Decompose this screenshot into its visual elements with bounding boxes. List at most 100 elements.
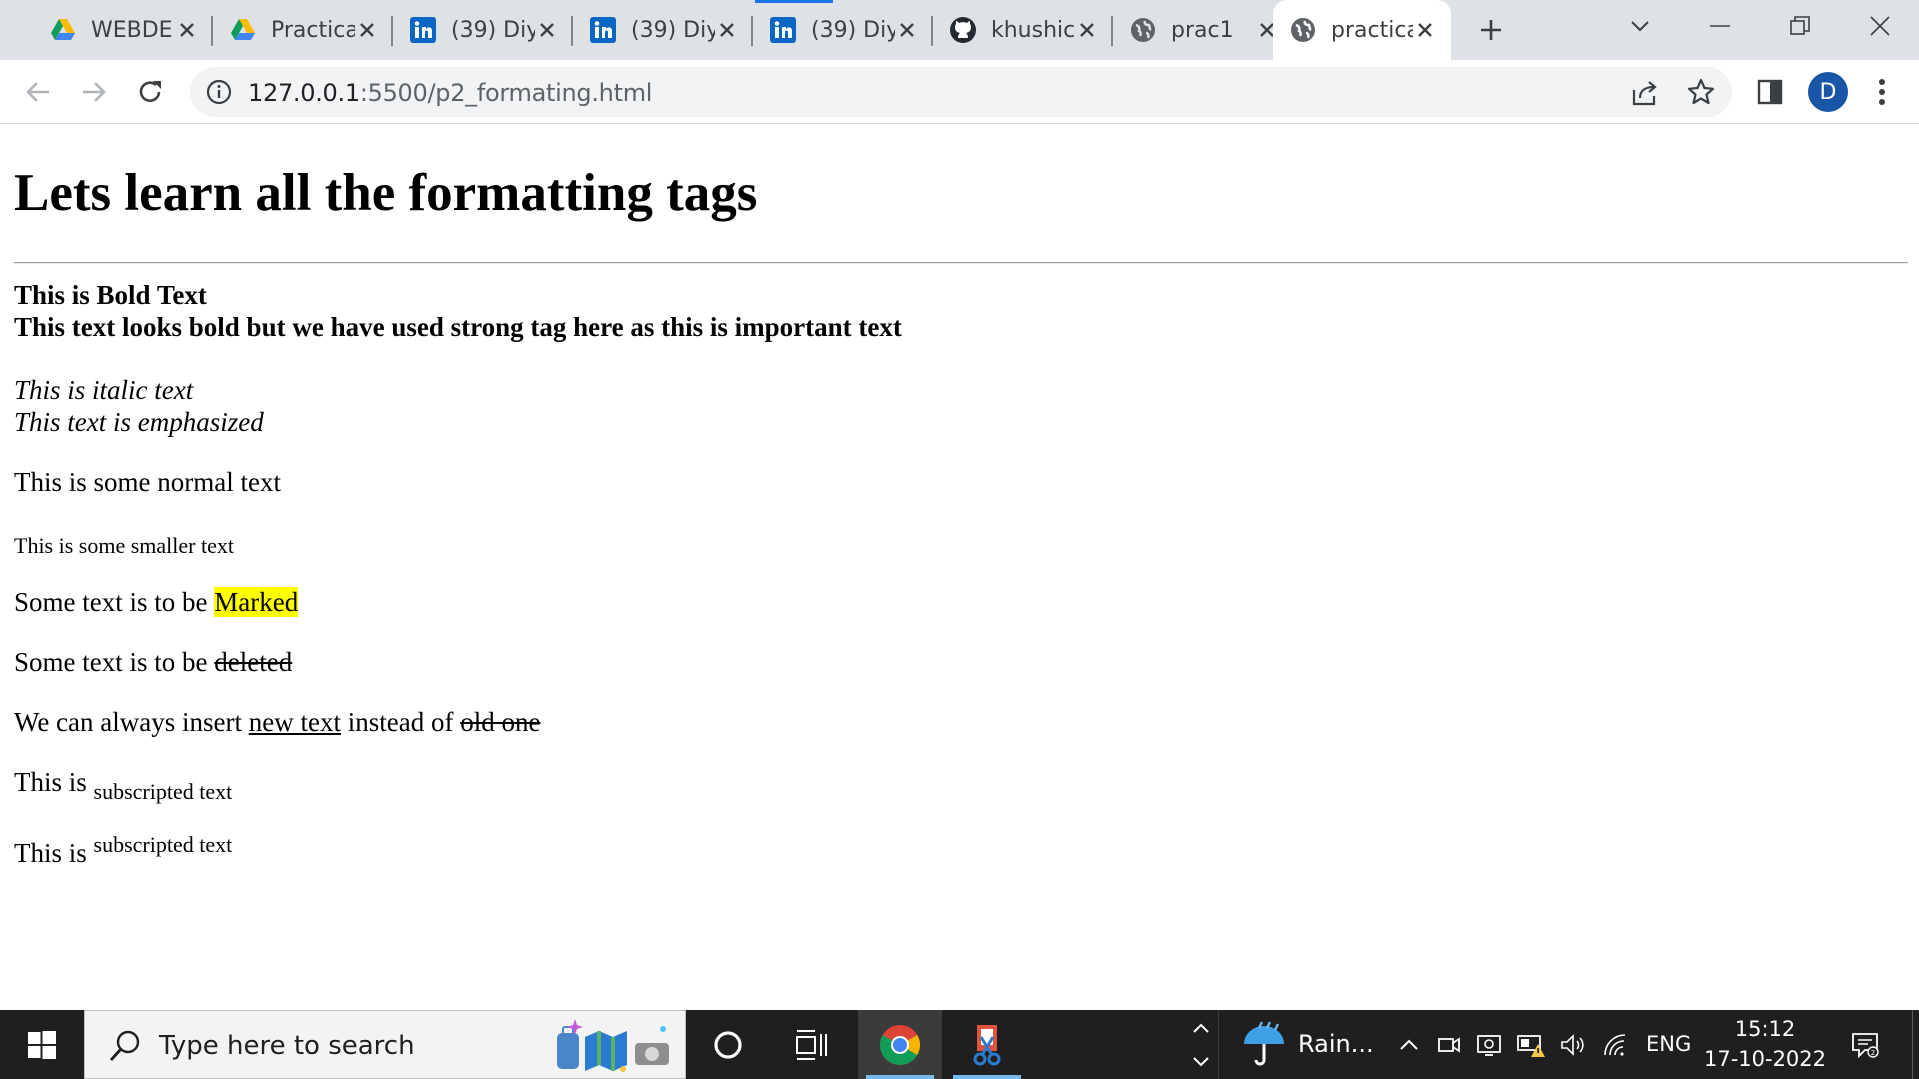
language-indicator[interactable]: ENG	[1646, 1032, 1691, 1056]
tab-linkedin-2[interactable]: (39) Diy	[573, 0, 753, 60]
cortana-icon	[714, 1030, 742, 1059]
active-indicator	[866, 1075, 934, 1079]
close-icon[interactable]	[355, 18, 379, 42]
snipping-tool-icon	[973, 1024, 1001, 1065]
google-drive-icon	[229, 16, 257, 44]
tab-title: khushic	[991, 17, 1075, 43]
url-path: :5500/p2_formating.html	[359, 79, 653, 107]
tab-strip: WEBDE Practica (39) Diy (39) Diy (39) Di…	[0, 0, 1919, 60]
volume-tray[interactable]	[1556, 1010, 1590, 1079]
restore-button[interactable]	[1760, 0, 1840, 52]
taskbar-scroll[interactable]	[1186, 1016, 1216, 1074]
browser-toolbar: 127.0.0.1:5500/p2_formating.html D	[0, 60, 1919, 124]
tab-prac1[interactable]: prac1	[1113, 0, 1293, 60]
restore-icon	[1790, 16, 1810, 35]
task-view-button[interactable]	[770, 1010, 854, 1079]
marked-line: Some text is to be Marked	[14, 587, 299, 618]
running-indicator	[953, 1075, 1021, 1079]
notification-center-button[interactable]: 2	[1840, 1010, 1890, 1079]
deleted-text: deleted	[214, 647, 293, 677]
close-icon[interactable]	[1075, 18, 1099, 42]
close-icon[interactable]	[1413, 18, 1437, 42]
umbrella-rain-icon	[1244, 1021, 1284, 1066]
more-vert-icon	[1879, 79, 1885, 105]
taskbar-search[interactable]: Type here to search	[84, 1010, 686, 1079]
svg-text:2: 2	[1871, 1049, 1875, 1057]
taskbar-chrome[interactable]	[858, 1010, 942, 1079]
globe-icon	[1129, 16, 1157, 44]
reload-button[interactable]	[128, 70, 172, 114]
minimize-button[interactable]	[1680, 0, 1760, 52]
arrow-left-icon	[26, 82, 49, 102]
search-highlight-icon	[557, 1019, 669, 1072]
emphasized-text: This text is emphasized	[14, 407, 264, 437]
deleted-prefix: Some text is to be	[14, 647, 215, 677]
weather-text: Rain...	[1298, 1030, 1374, 1058]
tab-github[interactable]: khushic	[933, 0, 1113, 60]
update-tray[interactable]	[1474, 1010, 1504, 1079]
close-window-button[interactable]	[1840, 0, 1919, 52]
back-button[interactable]	[16, 70, 60, 114]
tab-search-button[interactable]	[1600, 0, 1680, 52]
clock[interactable]: 15:12 17-10-2022	[1700, 1014, 1830, 1074]
address-bar[interactable]: 127.0.0.1:5500/p2_formating.html	[190, 67, 1732, 117]
github-icon	[949, 16, 977, 44]
old-text: old one	[460, 707, 541, 737]
subscript-prefix: This is	[14, 767, 94, 797]
tab-practica-active[interactable]: practica	[1273, 0, 1451, 60]
tab-linkedin-3[interactable]: (39) Diy	[753, 0, 933, 60]
share-icon[interactable]	[1630, 78, 1660, 108]
marked-prefix: Some text is to be	[14, 587, 215, 617]
side-panel-button[interactable]	[1748, 70, 1792, 114]
start-button[interactable]	[0, 1010, 84, 1079]
tab-title: practica	[1331, 17, 1413, 43]
network-tray[interactable]	[1598, 1010, 1632, 1079]
windows-taskbar: Type here to search Rain... ENG 15:12 17…	[0, 1010, 1919, 1079]
close-icon[interactable]	[895, 18, 919, 42]
cortana-button[interactable]	[686, 1010, 770, 1079]
chevron-up-icon	[1400, 1039, 1418, 1050]
bold-text: This is Bold Text	[14, 280, 207, 310]
insert-line: We can always insert new text instead of…	[14, 707, 540, 738]
new-tab-button[interactable]	[1473, 12, 1509, 48]
camera-icon	[1438, 1036, 1460, 1053]
taskbar-snipping-tool[interactable]	[945, 1010, 1029, 1079]
clock-time: 15:12	[1734, 1017, 1796, 1041]
horizontal-rule	[14, 262, 1908, 264]
tab-practica[interactable]: Practica	[213, 0, 393, 60]
show-hidden-icons[interactable]	[1394, 1010, 1424, 1079]
reload-icon	[139, 81, 161, 102]
tab-title: prac1	[1171, 17, 1234, 43]
linkedin-icon	[769, 16, 797, 44]
close-icon[interactable]	[535, 18, 559, 42]
tab-linkedin-1[interactable]: (39) Diy	[393, 0, 573, 60]
globe-icon	[1289, 16, 1317, 44]
normal-text: This is some normal text	[14, 467, 281, 497]
arrow-right-icon	[83, 82, 106, 102]
web-page: Lets learn all the formatting tags This …	[0, 125, 1919, 1010]
bookmark-star-icon[interactable]	[1686, 77, 1716, 107]
forward-button[interactable]	[72, 70, 116, 114]
tab-title: (39) Diy	[631, 17, 715, 43]
meet-now-tray[interactable]	[1434, 1010, 1464, 1079]
battery-tray[interactable]	[1514, 1010, 1548, 1079]
linkedin-icon	[409, 16, 437, 44]
linkedin-icon	[589, 16, 617, 44]
tab-webde[interactable]: WEBDE	[33, 0, 213, 60]
display-sync-icon	[1477, 1034, 1501, 1056]
chrome-icon	[880, 1024, 920, 1065]
chevron-up-down-icon	[1193, 1023, 1209, 1067]
close-icon[interactable]	[715, 18, 739, 42]
inserted-text: new text	[248, 707, 341, 737]
insert-middle: instead of	[340, 707, 461, 737]
deleted-line: Some text is to be deleted	[14, 647, 292, 678]
url-host: 127.0.0.1	[248, 79, 360, 107]
battery-warning-icon	[1517, 1034, 1545, 1057]
show-desktop-button[interactable]	[1912, 1010, 1919, 1079]
info-icon[interactable]	[206, 79, 232, 105]
avatar[interactable]: D	[1808, 72, 1848, 112]
menu-button[interactable]	[1860, 70, 1904, 114]
minimize-icon	[1710, 25, 1730, 27]
close-icon[interactable]	[175, 18, 199, 42]
tab-title: Practica	[271, 17, 355, 43]
